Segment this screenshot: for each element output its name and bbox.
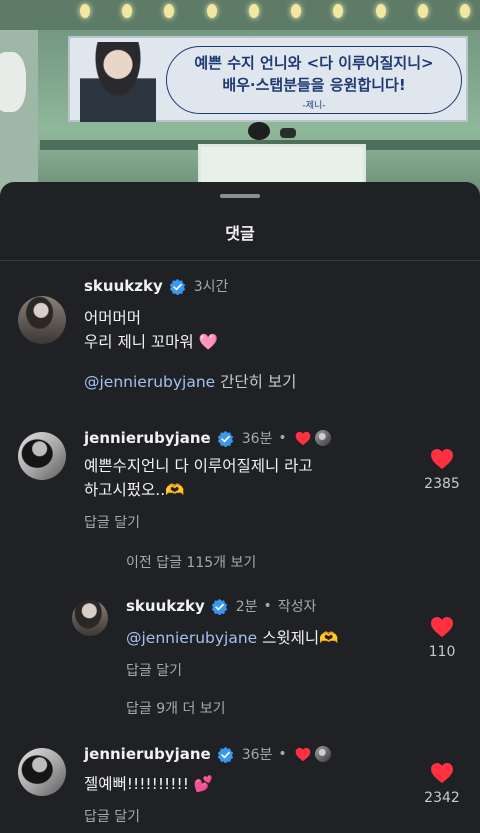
comment-header: skuukzky 3시간: [84, 276, 228, 296]
view-more-replies[interactable]: 답글 9개 더 보기: [126, 698, 226, 718]
title-divider: [0, 260, 480, 261]
banner-portrait: [80, 42, 156, 122]
see-less-link[interactable]: 간단히 보기: [220, 373, 296, 391]
like-button[interactable]: 2385: [422, 448, 462, 492]
username[interactable]: jennierubyjane: [84, 745, 211, 763]
avatar[interactable]: [18, 432, 66, 480]
verified-badge-icon: [217, 746, 233, 763]
comment-line-1: 예쁜수지언니 다 이루어질제니 라고: [84, 457, 313, 475]
flower-decoration: [0, 52, 26, 112]
username[interactable]: skuukzky: [126, 597, 205, 615]
comment-time: 2분: [235, 599, 258, 615]
comments-sheet: 댓글 skuukzky 3시간 어머머머 우리 제니 꼬마워 🩷 @jennie…: [0, 182, 480, 833]
comment-time: 36분: [241, 431, 273, 447]
comment-text: 어머머머 우리 제니 꼬마워 🩷: [84, 306, 218, 354]
heart-icon[interactable]: [430, 448, 454, 470]
string-lights: [80, 4, 470, 24]
avatar[interactable]: [18, 296, 66, 344]
support-banner: 예쁜 수지 언니와 <다 이루어질지니> 배우·스탭분들을 응원합니다! -제니…: [68, 36, 468, 122]
like-count: 110: [428, 644, 456, 660]
drag-handle[interactable]: [220, 194, 260, 198]
mention-row: @jennierubyjane 간단히 보기: [84, 370, 296, 394]
comment-header: jennierubyjane 36분 •: [84, 744, 331, 764]
verified-badge-icon: [169, 278, 185, 295]
comment-text: 젤예뻐!!!!!!!!!! 💕: [84, 775, 214, 793]
comment-line-1: 어머머머: [84, 309, 142, 327]
reply-text: @jennierubyjane 스윗제니🫶: [126, 626, 339, 650]
username[interactable]: jennierubyjane: [84, 429, 211, 447]
like-button[interactable]: 110: [422, 616, 462, 660]
mention-link[interactable]: @jennierubyjane: [126, 629, 257, 647]
comment-line-2: 우리 제니 꼬마워 🩷: [84, 333, 218, 351]
avatar[interactable]: [72, 600, 108, 636]
heart-icon[interactable]: [430, 762, 454, 784]
mention-link[interactable]: @jennierubyjane: [84, 373, 215, 391]
comment-line-2: 하고시펐오..🫶: [84, 481, 185, 499]
comment-header: skuukzky 2분 • 작성자: [126, 596, 316, 616]
like-count: 2385: [424, 476, 460, 492]
author-tag: 작성자: [277, 599, 317, 615]
separator-dot: •: [263, 598, 272, 614]
reply-button[interactable]: 답글 달기: [126, 660, 182, 680]
heart-icon[interactable]: [430, 616, 454, 638]
banner-line-1: 예쁜 수지 언니와 <다 이루어질지니>: [194, 54, 434, 72]
liked-by-author-avatar: [314, 430, 331, 446]
liked-by-author-heart-icon: [295, 747, 311, 761]
reply-button[interactable]: 답글 달기: [84, 512, 140, 532]
separator-dot: •: [278, 430, 287, 446]
username[interactable]: skuukzky: [84, 277, 163, 295]
separator-dot: •: [278, 746, 287, 762]
lamp-decoration: [248, 122, 270, 140]
verified-badge-icon: [211, 598, 227, 615]
liked-by-author-avatar: [314, 746, 331, 762]
comment-time: 3시간: [193, 279, 229, 295]
view-previous-replies[interactable]: 이전 답글 115개 보기: [126, 552, 256, 572]
comment-time: 36분: [241, 747, 273, 763]
reply-body: 스윗제니🫶: [262, 629, 339, 647]
comment-header: jennierubyjane 36분 •: [84, 428, 331, 448]
avatar[interactable]: [18, 748, 66, 796]
verified-badge-icon: [217, 430, 233, 447]
reply-button[interactable]: 답글 달기: [84, 806, 140, 826]
like-count: 2342: [424, 790, 460, 806]
lamp-decoration-2: [280, 128, 296, 138]
banner-line-2: 배우·스탭분들을 응원합니다!: [222, 76, 406, 94]
banner-signature: -제니-: [302, 101, 326, 111]
comment-text: 예쁜수지언니 다 이루어질제니 라고 하고시펐오..🫶: [84, 454, 313, 502]
background-photo: 예쁜 수지 언니와 <다 이루어질지니> 배우·스탭분들을 응원합니다! -제니…: [0, 0, 480, 200]
sheet-title: 댓글: [225, 224, 255, 243]
liked-by-author-heart-icon: [295, 431, 311, 445]
like-button[interactable]: 2342: [422, 762, 462, 806]
